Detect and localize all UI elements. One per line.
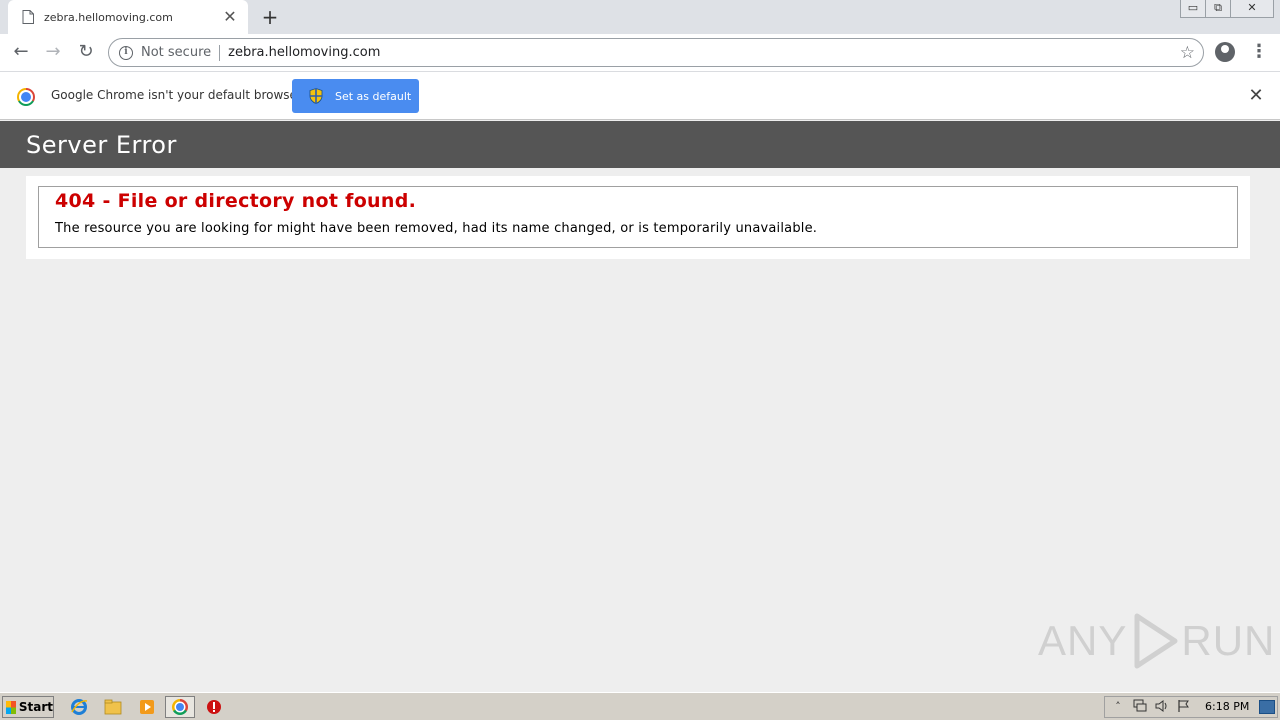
address-bar[interactable]: i Not secure zebra.hellomoving.com ☆ [108, 38, 1204, 67]
media-player-taskbar-button[interactable] [132, 696, 162, 718]
profile-icon[interactable] [1215, 42, 1235, 62]
set-as-default-button[interactable]: Set as default [292, 79, 419, 113]
stop-icon [207, 700, 221, 714]
error-heading: 404 - File or directory not found. [55, 190, 417, 212]
error-description: The resource you are looking for might h… [55, 221, 818, 236]
watermark-right-text: RUN [1181, 617, 1276, 664]
bookmark-star-icon[interactable]: ☆ [1180, 43, 1195, 63]
content-card: 404 - File or directory not found. The r… [26, 176, 1250, 259]
taskbar-clock[interactable]: 6:18 PM [1205, 700, 1249, 713]
taskbar: Start ˄ 6:18 PM [0, 692, 1280, 720]
page-icon [22, 10, 34, 24]
play-logo-icon [1134, 613, 1178, 669]
ie-taskbar-button[interactable] [64, 696, 94, 718]
menu-icon[interactable]: ⋮ [1249, 39, 1269, 65]
windows-logo-icon [6, 700, 16, 714]
flag-icon[interactable] [1175, 699, 1193, 715]
start-label: Start [18, 700, 53, 714]
reload-button[interactable]: ↻ [73, 39, 99, 65]
start-button[interactable]: Start [2, 696, 54, 718]
default-browser-infobar: Google Chrome isn't your default browser… [0, 71, 1280, 120]
internet-explorer-icon [71, 699, 88, 715]
chevron-up-icon[interactable]: ˄ [1109, 699, 1127, 715]
page-title: Server Error [26, 131, 177, 159]
error-box: 404 - File or directory not found. The r… [38, 186, 1238, 248]
network-icon[interactable] [1131, 699, 1149, 715]
security-app-taskbar-button[interactable] [199, 696, 229, 718]
browser-toolbar: ← → ↻ i Not secure zebra.hellomoving.com… [0, 34, 1280, 71]
folder-icon [104, 699, 122, 715]
system-tray: ˄ 6:18 PM [1104, 696, 1278, 718]
minimize-button[interactable]: ▭ [1180, 0, 1206, 18]
tab-close-icon[interactable]: ✕ [222, 9, 238, 25]
infobar-close-icon[interactable]: ✕ [1246, 86, 1266, 106]
tab-strip: zebra.hellomoving.com ✕ + ▭ ⧉ ✕ [0, 0, 1280, 34]
browser-tab[interactable]: zebra.hellomoving.com ✕ [8, 0, 248, 34]
forward-button[interactable]: → [40, 39, 66, 65]
new-tab-button[interactable]: + [258, 5, 282, 29]
chrome-taskbar-icon [172, 699, 188, 715]
window-close-button[interactable]: ✕ [1230, 0, 1274, 18]
set-as-default-label: Set as default [335, 89, 412, 103]
watermark-left-text: ANY [1038, 617, 1128, 664]
chrome-logo-icon [17, 88, 35, 106]
anyrun-watermark: ANY RUN [1038, 610, 1275, 672]
security-label[interactable]: Not secure [141, 45, 211, 60]
uac-shield-icon [309, 88, 323, 104]
infobar-message: Google Chrome isn't your default browser [51, 88, 302, 102]
omnibox-divider [219, 44, 221, 61]
media-player-icon [140, 700, 154, 714]
window-controls: ▭ ⧉ ✕ [1180, 0, 1274, 18]
show-desktop-icon[interactable] [1259, 700, 1275, 714]
speaker-icon[interactable] [1153, 699, 1171, 715]
info-icon[interactable]: i [119, 45, 133, 60]
server-error-header: Server Error [0, 121, 1280, 168]
tab-title: zebra.hellomoving.com [44, 10, 173, 24]
explorer-taskbar-button[interactable] [98, 696, 128, 718]
restore-button[interactable]: ⧉ [1205, 0, 1231, 18]
chrome-taskbar-button[interactable] [165, 696, 195, 718]
url-input[interactable]: zebra.hellomoving.com [228, 45, 1180, 60]
back-button[interactable]: ← [8, 39, 34, 65]
